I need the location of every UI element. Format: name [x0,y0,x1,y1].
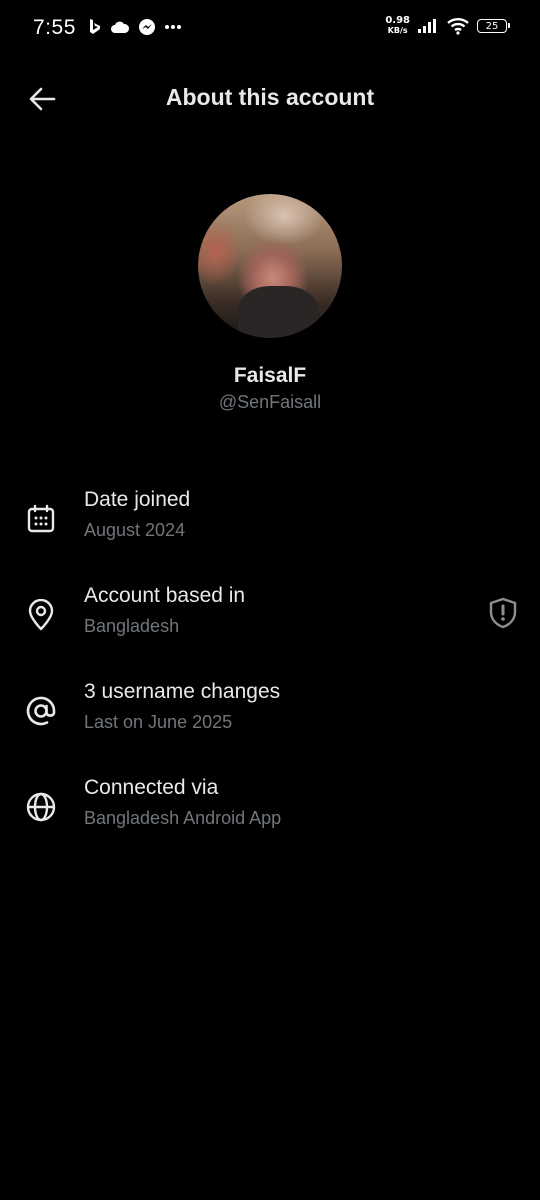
info-item-account-based-in: Account based in Bangladesh [0,584,540,664]
wifi-icon [447,18,469,35]
info-label: Account based in [84,584,246,607]
info-value: Last on June 2025 [84,712,233,732]
calendar-icon [24,502,58,536]
battery-icon: 25 [477,19,510,33]
username-handle: @SenFaisall [218,392,322,412]
status-notification-icons [88,18,182,36]
status-bar: 7:55 0.98 KB/s 25 [0,0,540,58]
info-value: Bangladesh Android App [84,808,282,828]
network-speed-unit: KB/s [387,26,408,35]
display-name: FaisalF [233,364,307,387]
bing-icon [90,19,100,34]
header: About this account [0,70,540,128]
messenger-icon [139,19,155,35]
battery-level: 25 [485,20,499,32]
info-item-connected-via: Connected via Bangladesh Android App [0,776,540,856]
info-label: 3 username changes [84,680,281,703]
info-value: Bangladesh [84,616,180,636]
location-pin-icon [24,598,58,632]
info-value: August 2024 [84,520,186,540]
info-label: Connected via [84,776,219,799]
network-speed-value: 0.98 [385,15,410,26]
avatar[interactable] [198,194,342,338]
info-label: Date joined [84,488,191,511]
signal-icon [418,19,436,33]
at-sign-icon [24,694,58,728]
more-dots-icon [165,25,181,29]
info-item-date-joined: Date joined August 2024 [0,488,540,568]
page-title: About this account [165,84,375,110]
network-speed: 0.98 KB/s [385,16,410,36]
globe-icon [24,790,58,824]
cloud-icon [111,21,130,33]
status-time: 7:55 [33,16,76,39]
shield-alert-icon[interactable] [486,596,520,630]
info-item-username-changes: 3 username changes Last on June 2025 [0,680,540,760]
